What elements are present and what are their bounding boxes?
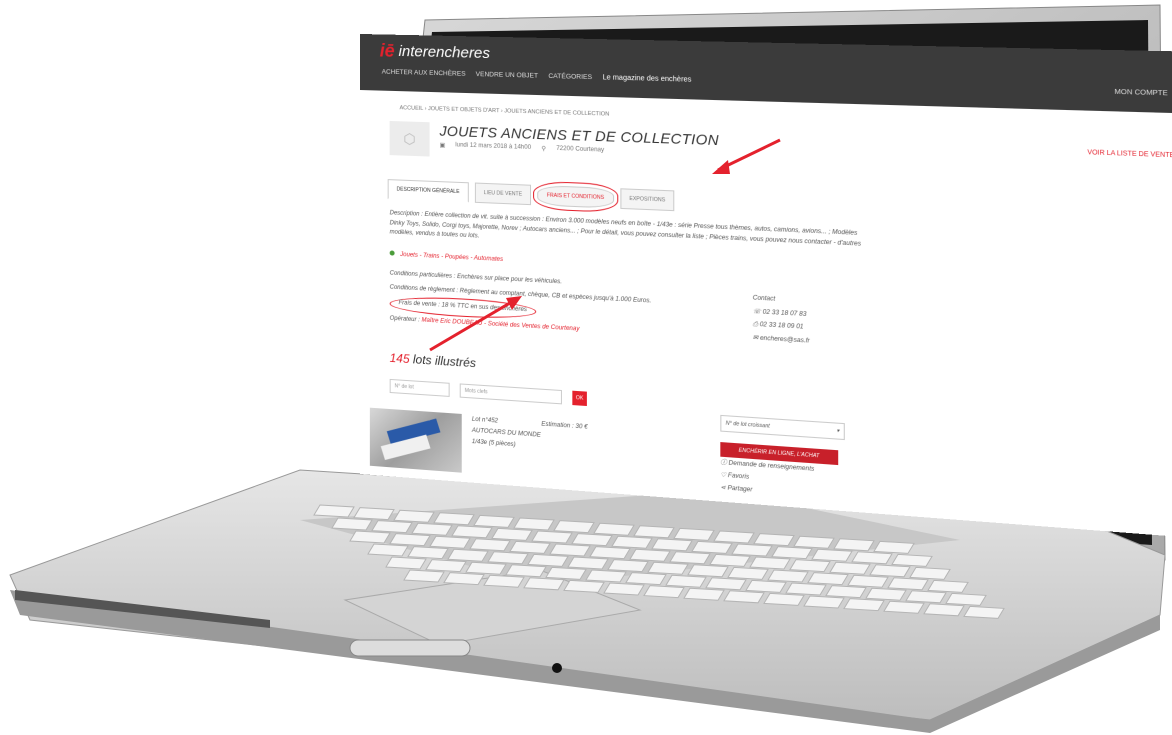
annotation-arrows <box>429 138 781 352</box>
arrow-head-1-icon <box>712 160 730 174</box>
arrow-to-fees-text <box>429 298 516 352</box>
